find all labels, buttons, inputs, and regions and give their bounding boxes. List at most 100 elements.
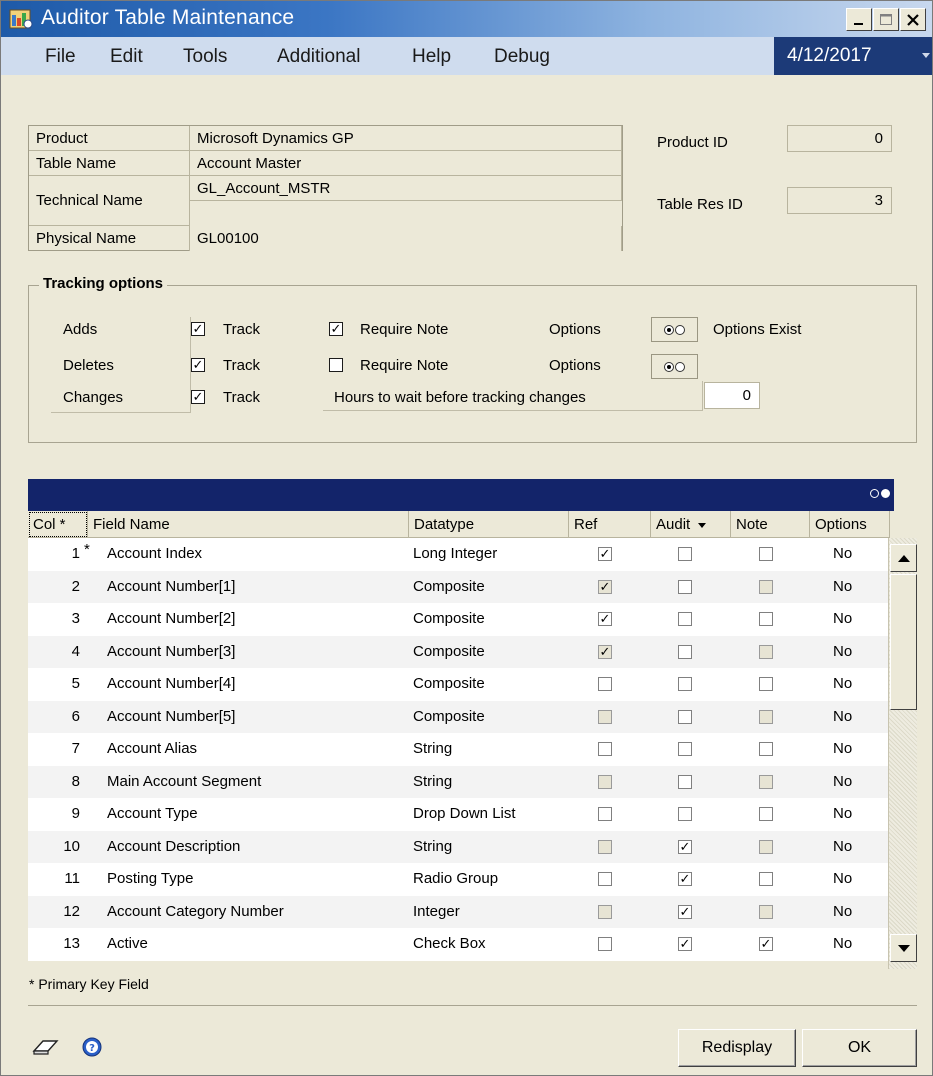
row-ref-checkbox[interactable] <box>598 677 612 691</box>
row-audit-checkbox[interactable] <box>678 742 692 756</box>
row-note-checkbox[interactable] <box>759 644 773 659</box>
table-row[interactable]: 10 Account Description String ✓ No <box>28 830 888 863</box>
column-header-audit[interactable]: Audit <box>651 511 731 538</box>
row-note-checkbox[interactable] <box>759 547 773 561</box>
show-hide-button[interactable] <box>870 489 890 498</box>
adds-options-button[interactable] <box>651 317 698 342</box>
close-button[interactable] <box>900 8 926 31</box>
row-note-checkbox[interactable] <box>759 872 773 886</box>
row-audit-checkbox[interactable] <box>678 612 692 626</box>
row-note-checkbox[interactable] <box>759 709 773 724</box>
column-header-ref[interactable]: Ref <box>569 511 651 538</box>
column-header-datatype[interactable]: Datatype <box>409 511 569 538</box>
row-ref-checkbox[interactable]: ✓ <box>598 579 612 594</box>
redisplay-button[interactable]: Redisplay <box>678 1029 796 1067</box>
adds-track-checkbox[interactable]: ✓ <box>191 322 205 336</box>
row-audit-checkbox[interactable] <box>678 644 692 659</box>
table-row[interactable]: 11 Posting Type Radio Group ✓ No <box>28 863 888 896</box>
scroll-down-button[interactable] <box>890 934 917 962</box>
menu-tools[interactable]: Tools <box>183 46 227 68</box>
deletes-options-button[interactable] <box>651 354 698 379</box>
row-ref-checkbox[interactable] <box>598 839 612 854</box>
help-icon[interactable]: ? <box>81 1036 103 1058</box>
row-ref-checkbox[interactable] <box>598 807 612 821</box>
ok-button[interactable]: OK <box>802 1029 917 1067</box>
table-row[interactable]: 12 Account Category Number Integer ✓ No <box>28 895 888 928</box>
row-ref-checkbox[interactable] <box>598 742 612 756</box>
maximize-button[interactable] <box>873 8 899 31</box>
table-row[interactable]: 5 Account Number[4] Composite No <box>28 668 888 701</box>
menu-file[interactable]: File <box>45 46 76 68</box>
hours-to-wait-input[interactable]: 0 <box>704 382 760 409</box>
row-datatype: Composite <box>413 707 485 725</box>
row-ref-checkbox[interactable]: ✓ <box>598 612 612 626</box>
adds-require-note-label: Require Note <box>360 321 449 338</box>
menu-help[interactable]: Help <box>412 46 451 68</box>
column-header-note[interactable]: Note <box>731 511 810 538</box>
row-audit-checkbox[interactable] <box>678 579 692 594</box>
row-note-checkbox[interactable] <box>759 807 773 821</box>
row-ref-checkbox[interactable]: ✓ <box>598 644 612 659</box>
minimize-button[interactable] <box>846 8 872 31</box>
row-note-checkbox[interactable] <box>759 677 773 691</box>
row-ref-checkbox[interactable] <box>598 904 612 919</box>
column-header-options[interactable]: Options <box>810 511 890 538</box>
row-note-checkbox[interactable]: ✓ <box>759 937 773 951</box>
vertical-scrollbar[interactable] <box>888 538 917 969</box>
changes-track-checkbox[interactable]: ✓ <box>191 390 205 404</box>
adds-require-note-checkbox[interactable]: ✓ <box>329 322 343 336</box>
row-col-number: 8 <box>71 772 80 790</box>
row-audit-checkbox[interactable]: ✓ <box>678 904 692 919</box>
menu-edit[interactable]: Edit <box>110 46 143 68</box>
column-header-col[interactable]: Col * <box>28 511 88 538</box>
table-row[interactable]: 13 Active Check Box ✓ ✓ No <box>28 928 888 961</box>
row-audit-checkbox[interactable]: ✓ <box>678 872 692 886</box>
row-ref-checkbox[interactable]: ✓ <box>598 547 612 561</box>
row-audit-checkbox[interactable]: ✓ <box>678 937 692 951</box>
scroll-thumb[interactable] <box>890 574 917 710</box>
table-row[interactable]: 6 Account Number[5] Composite No <box>28 700 888 733</box>
row-audit-checkbox[interactable]: ✓ <box>678 839 692 854</box>
row-audit-checkbox[interactable] <box>678 709 692 724</box>
row-note-checkbox[interactable] <box>759 579 773 594</box>
deletes-require-note-checkbox[interactable] <box>329 358 343 372</box>
table-row[interactable]: 1 * Account Index Long Integer ✓ No <box>28 538 888 571</box>
row-note-checkbox[interactable] <box>759 774 773 789</box>
table-row[interactable]: 3 Account Number[2] Composite ✓ No <box>28 603 888 636</box>
hide-detail-icon <box>870 489 879 498</box>
row-note-checkbox[interactable] <box>759 839 773 854</box>
row-ref-checkbox[interactable] <box>598 709 612 724</box>
row-audit-checkbox[interactable] <box>678 774 692 789</box>
note-icon[interactable] <box>31 1037 61 1057</box>
row-col-number: 7 <box>71 740 80 757</box>
deletes-track-checkbox[interactable]: ✓ <box>191 358 205 372</box>
row-options: No <box>833 707 853 725</box>
table-row[interactable]: 8 Main Account Segment String No <box>28 765 888 798</box>
row-options: No <box>833 805 853 822</box>
row-field-name: Account Number[2] <box>107 610 236 627</box>
menu-additional[interactable]: Additional <box>277 46 360 68</box>
table-row[interactable]: 2 Account Number[1] Composite ✓ No <box>28 570 888 603</box>
row-note-checkbox[interactable] <box>759 904 773 919</box>
scroll-up-button[interactable] <box>890 544 917 572</box>
changes-track-label: Track <box>223 389 260 406</box>
row-options: No <box>833 642 853 660</box>
table-row[interactable]: 7 Account Alias String No <box>28 733 888 766</box>
table-row[interactable]: 9 Account Type Drop Down List No <box>28 798 888 831</box>
row-audit-checkbox[interactable] <box>678 547 692 561</box>
row-ref-checkbox[interactable] <box>598 937 612 951</box>
menu-debug[interactable]: Debug <box>494 46 550 68</box>
column-header-field-name[interactable]: Field Name <box>88 511 409 538</box>
technical-name-value: GL_Account_MSTR <box>189 176 622 201</box>
table-row[interactable]: 4 Account Number[3] Composite ✓ No <box>28 635 888 668</box>
row-audit-checkbox[interactable] <box>678 807 692 821</box>
product-id-label: Product ID <box>657 134 728 151</box>
row-note-checkbox[interactable] <box>759 612 773 626</box>
row-ref-checkbox[interactable] <box>598 774 612 789</box>
primary-key-marker: * <box>84 541 90 558</box>
row-ref-checkbox[interactable] <box>598 872 612 886</box>
row-options: No <box>833 740 853 757</box>
row-note-checkbox[interactable] <box>759 742 773 756</box>
user-date-button[interactable]: 4/12/2017 <box>774 37 932 75</box>
row-audit-checkbox[interactable] <box>678 677 692 691</box>
